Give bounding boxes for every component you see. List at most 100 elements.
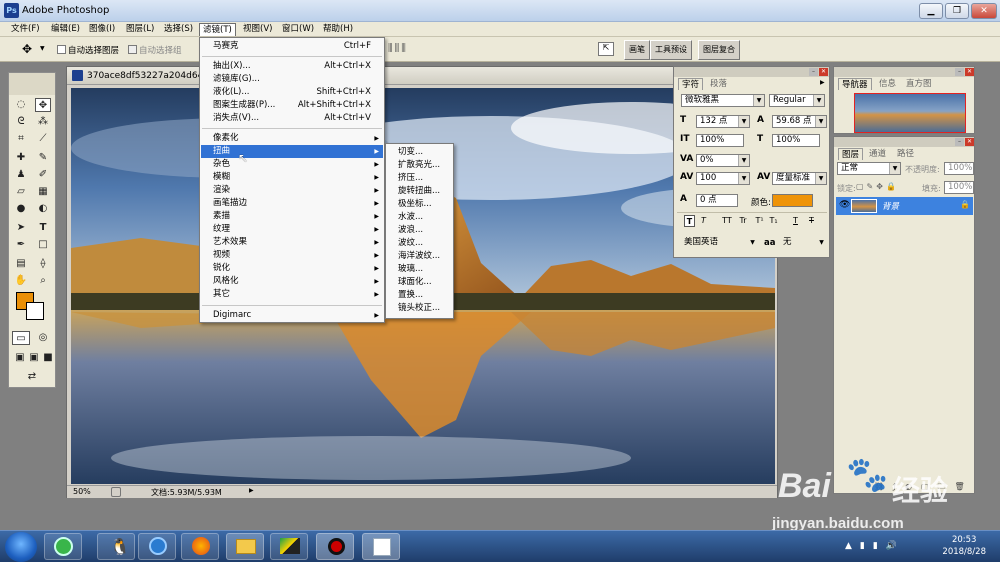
blur-tool-icon[interactable]: ● [13,202,29,216]
quick-mask-icon[interactable]: ◎ [34,331,52,345]
clone-stamp-icon[interactable]: ♟ [13,168,29,182]
type-tool-icon[interactable]: T [35,221,51,235]
opacity-field[interactable]: 100% [944,162,974,175]
eyedropper-icon[interactable]: ⟠ [35,257,51,271]
marquee-tool-icon[interactable]: ◌ [13,98,29,112]
taskbar-browser-360-icon[interactable] [44,533,82,560]
slice-tool-icon[interactable]: ⟋ [35,132,51,146]
tab-channels[interactable]: 通道 [866,148,889,160]
status-menu-icon[interactable] [111,487,121,497]
filter-item-stylize[interactable]: 风格化 ▶ [201,275,383,288]
well-layer-comps[interactable]: 图层复合 [698,40,740,60]
distort-item-displace[interactable]: 置换... [387,289,453,302]
distort-item-pinch[interactable]: 挤压... [387,172,453,185]
notes-tool-icon[interactable]: ▤ [13,257,29,271]
character-panel-menu-icon[interactable]: ▶ [820,79,825,86]
tab-info[interactable]: 信息 [876,78,899,90]
magic-wand-icon[interactable]: ⁂ [35,115,51,129]
filter-item-artistic[interactable]: 艺术效果 ▶ [201,236,383,249]
status-arrow-icon[interactable]: ▶ [249,487,254,494]
align-buttons-icon[interactable]: ⫼⫼⫼ [388,43,408,54]
distort-item-glass[interactable]: 玻璃... [387,263,453,276]
hand-tool-icon[interactable]: ✋ [13,274,29,288]
filter-item-brush-strokes[interactable]: 画笔描边 ▶ [201,197,383,210]
move-tool-icon[interactable]: ✥ [35,98,51,112]
distort-item-ocean-ripple[interactable]: 海洋波纹... [387,250,453,263]
font-family-select[interactable]: 微软雅黑 ▼ [681,94,765,107]
menu-layer[interactable]: 图层(L) [123,23,157,36]
palette-well-icon[interactable]: ⇱ [598,42,614,56]
brush-tool-icon[interactable]: ✎ [35,151,51,165]
distort-item-wave[interactable]: 波浪... [387,224,453,237]
filter-item-mosaic[interactable]: 马赛克 Ctrl+F [201,40,383,53]
menu-view[interactable]: 视图(V) [240,23,275,36]
menu-filter[interactable]: 滤镜(T) [199,23,236,36]
path-selection-icon[interactable]: ➤ [13,221,29,235]
crop-tool-icon[interactable]: ⌗ [13,132,29,146]
eye-icon[interactable]: 👁 [839,200,850,210]
fill-field[interactable]: 100% [944,181,974,194]
filter-item-pixelate[interactable]: 像素化 ▶ [201,132,383,145]
filter-item-noise[interactable]: 杂色 ▶ [201,158,383,171]
system-tray-icons[interactable]: ▲▮▮🔊 [845,541,905,551]
tool-preset-dropdown[interactable]: ▼ [40,45,45,52]
filter-item-gallery[interactable]: 滤镜库(G)... [201,73,383,86]
font-size-field[interactable]: 132 点 ▼ [696,115,750,128]
antialias-select[interactable]: 无 ▼ [780,237,827,250]
system-clock[interactable]: 20:53 2018/8/28 [942,534,986,558]
well-tool-presets[interactable]: 工具预设 [650,40,692,60]
tab-layers[interactable]: 图层 [838,148,864,160]
faux-bold-button[interactable]: T [684,215,695,227]
filter-item-video[interactable]: 视频 ▶ [201,249,383,262]
filter-item-liquify[interactable]: 液化(L)... Shift+Ctrl+X [201,86,383,99]
lasso-tool-icon[interactable]: ᘓ [13,115,29,129]
layers-minimize-icon[interactable]: – [955,138,964,146]
menu-edit[interactable]: 编辑(E) [48,23,83,36]
kerning-field[interactable]: 100 ▼ [696,172,750,185]
lock-icons[interactable]: ▢✎✥🔒 [856,182,899,191]
kerning-mode-select[interactable]: 度量标准 ▼ [772,172,827,185]
zoom-tool-icon[interactable]: ⌕ [35,274,51,288]
taskbar-photoshop-icon[interactable] [362,533,400,560]
character-panel-minimize-icon[interactable]: – [809,68,818,76]
filter-item-extract[interactable]: 抽出(X)... Alt+Ctrl+X [201,60,383,73]
taskbar-firefox-icon[interactable] [181,533,219,560]
taskbar-media-player-icon[interactable] [138,533,176,560]
tab-paths[interactable]: 路径 [894,148,917,160]
menu-help[interactable]: 帮助(H) [320,23,356,36]
healing-brush-icon[interactable]: ✚ [13,151,29,165]
all-caps-button[interactable]: TT [720,215,734,227]
superscript-button[interactable]: T¹ [754,215,765,227]
distort-item-twirl[interactable]: 旋转扭曲... [387,185,453,198]
taskbar-qq-icon[interactable]: 🐧 [97,533,135,560]
subscript-button[interactable]: T₁ [768,215,779,227]
menu-select[interactable]: 选择(S) [161,23,196,36]
close-button[interactable]: ✕ [971,3,997,19]
menu-image[interactable]: 图像(I) [86,23,118,36]
layer-row-background[interactable]: 👁 背景 🔒 [836,197,973,215]
distort-item-spherize[interactable]: 球面化... [387,276,453,289]
strikethrough-button[interactable]: T [806,215,817,227]
eraser-tool-icon[interactable]: ▱ [13,185,29,199]
well-brushes[interactable]: 画笔 [624,40,650,60]
tracking-field[interactable]: 0% ▼ [696,154,750,167]
filter-item-distort[interactable]: 扭曲 ▶ [201,145,383,158]
gradient-tool-icon[interactable]: ▦ [35,185,51,199]
font-style-select[interactable]: Regular ▼ [769,94,825,107]
tab-histogram[interactable]: 直方图 [903,78,935,90]
faux-italic-button[interactable]: T [698,215,709,227]
filter-item-digimarc[interactable]: Digimarc ▶ [201,309,383,322]
navigator-minimize-icon[interactable]: – [955,68,964,76]
taskbar-app-icon[interactable] [270,533,308,560]
minimize-button[interactable]: ▁ [919,3,943,19]
vertical-scale-field[interactable]: 100% [696,134,744,147]
menu-window[interactable]: 窗口(W) [279,23,317,36]
tab-paragraph[interactable]: 段落 [707,78,730,90]
filter-item-render[interactable]: 渲染 ▶ [201,184,383,197]
distort-item-polar-coordinates[interactable]: 极坐标... [387,198,453,211]
pen-tool-icon[interactable]: ✒ [13,238,29,252]
auto-select-group-checkbox[interactable] [128,45,137,54]
background-color-swatch[interactable] [26,302,44,320]
small-caps-button[interactable]: Tr [736,215,750,227]
distort-item-shear[interactable]: 切变... [387,146,453,159]
